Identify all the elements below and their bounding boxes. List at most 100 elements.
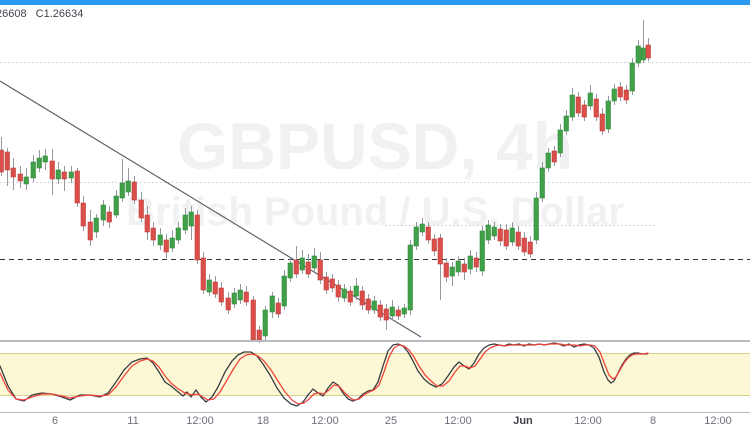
candle — [317, 252, 323, 284]
candle-body — [599, 113, 605, 132]
candle-body — [269, 295, 275, 313]
candle — [287, 258, 293, 282]
candle — [467, 250, 473, 274]
candle — [491, 222, 497, 240]
candle-body — [144, 214, 150, 233]
candle — [30, 155, 36, 182]
candle — [42, 149, 48, 170]
candle-body — [119, 182, 125, 199]
candle — [218, 282, 224, 306]
candle-body — [194, 214, 200, 261]
candle-body — [563, 115, 569, 132]
time-axis-label: 12:00 — [186, 415, 214, 427]
candle-body — [262, 309, 268, 337]
candle-body — [188, 211, 194, 227]
candle — [557, 124, 563, 157]
candle — [395, 306, 401, 320]
price-chart-pane[interactable] — [0, 0, 750, 430]
candle — [23, 168, 29, 190]
candle — [515, 226, 521, 250]
candle-body — [401, 307, 407, 315]
candle-body — [157, 234, 163, 246]
candle-body — [425, 226, 431, 241]
candle-body — [635, 45, 641, 64]
candle — [10, 158, 16, 190]
candle — [611, 84, 617, 105]
candle — [225, 292, 231, 314]
candle — [243, 286, 249, 306]
time-axis-label: 18 — [256, 415, 270, 427]
candle — [329, 274, 335, 292]
candle — [485, 220, 491, 244]
candle-body — [323, 276, 329, 291]
candle-body — [329, 278, 335, 289]
candle — [119, 159, 125, 202]
candle-body — [206, 279, 212, 293]
candle — [599, 108, 605, 135]
candle-body — [237, 289, 243, 301]
candle — [55, 162, 61, 184]
candle — [125, 168, 131, 196]
candle-body — [106, 211, 112, 223]
candle — [231, 288, 237, 308]
candle — [80, 196, 86, 231]
candle-body — [113, 195, 119, 216]
candle-body — [293, 259, 299, 275]
candle — [407, 240, 413, 315]
candle-body — [485, 224, 491, 241]
candle — [113, 190, 119, 218]
candle-body — [617, 86, 623, 98]
candle-body — [353, 285, 359, 297]
time-axis[interactable]: 6 11 12:00 18 12:00 25 12:00 Jun 12:00 8 12:00 — [0, 413, 750, 430]
candle — [175, 222, 181, 244]
candle — [605, 96, 611, 133]
candle-body — [163, 239, 169, 253]
time-axis-label: 6 — [51, 415, 59, 427]
candle — [497, 224, 503, 246]
candle-body — [461, 263, 467, 273]
candle-body — [587, 92, 593, 107]
candle-body — [200, 257, 206, 291]
candle-body — [359, 290, 365, 306]
candle-body — [383, 308, 389, 321]
candle-body — [389, 306, 395, 317]
candle — [311, 248, 317, 272]
candle — [144, 206, 150, 240]
candle-body — [437, 237, 443, 265]
candle — [383, 304, 389, 330]
candle — [61, 166, 67, 191]
time-axis-label: 25 — [384, 415, 398, 427]
candle-body — [131, 181, 137, 201]
candle — [4, 148, 10, 186]
candle-body — [138, 199, 144, 219]
candle-body — [473, 257, 479, 268]
time-axis-label: 12:00 — [704, 415, 732, 427]
candle — [413, 222, 419, 250]
candle-body — [605, 100, 611, 130]
candle — [100, 200, 106, 226]
candle — [299, 250, 305, 274]
candle — [437, 234, 443, 300]
candle — [569, 88, 575, 121]
candle — [563, 110, 569, 135]
candle — [188, 206, 194, 240]
time-axis-label: 12:00 — [311, 415, 339, 427]
candle — [87, 210, 93, 246]
descending-trendline[interactable] — [0, 80, 422, 338]
candles-layer — [0, 20, 651, 343]
candle — [389, 300, 395, 320]
candle-body — [407, 244, 413, 311]
candle-body — [347, 290, 353, 303]
candle-body — [503, 229, 509, 247]
candle-body — [55, 169, 61, 180]
candle-body — [491, 226, 497, 237]
candle — [269, 292, 275, 318]
candle-body — [539, 167, 545, 199]
candle-body — [42, 155, 48, 163]
candle-body — [629, 62, 635, 92]
candle-body — [341, 288, 347, 299]
candle-body — [74, 170, 80, 204]
candle — [157, 228, 163, 250]
candle-body — [305, 261, 311, 275]
candle — [182, 208, 188, 234]
